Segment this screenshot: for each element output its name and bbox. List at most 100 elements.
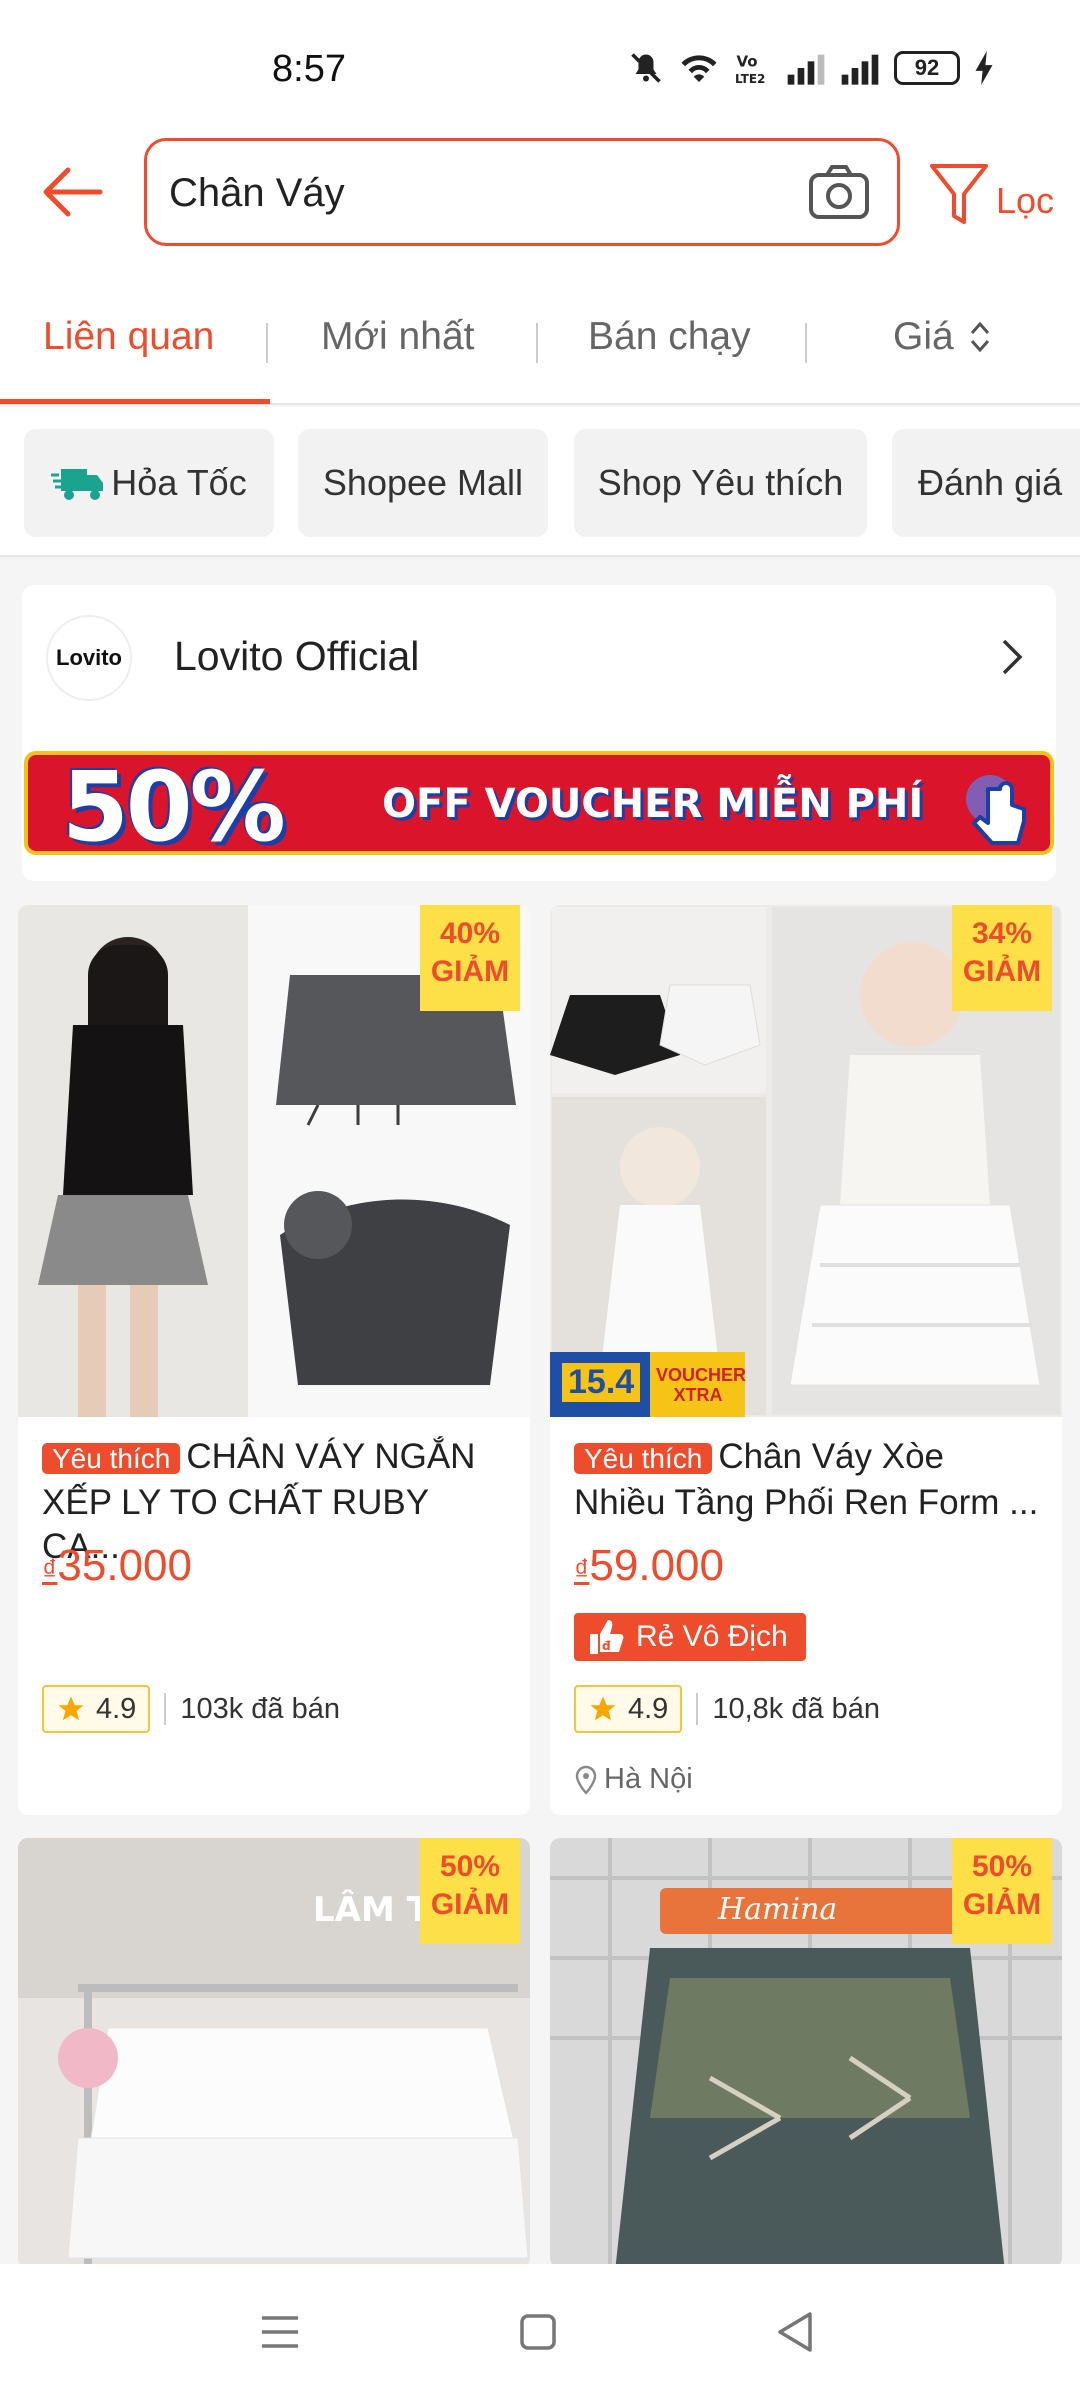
rating-value: 4.9 <box>628 1692 669 1725</box>
discount-word: GIẢM <box>430 955 510 988</box>
location-pin-icon <box>575 1765 597 1795</box>
battery-indicator: 92 <box>894 51 960 85</box>
product-price: ₫59.000 <box>574 1541 724 1591</box>
chip-favorite-shop[interactable]: Shop Yêu thích <box>574 429 867 537</box>
chip-label: Shop Yêu thích <box>597 462 844 503</box>
discount-badge: 50% GIẢM <box>420 1838 520 1944</box>
product-card[interactable]: Hamina 50% GIẢM <box>550 1838 1062 2268</box>
image-overlay-text: Hamina <box>718 1892 838 1927</box>
arrow-left-icon <box>43 167 103 217</box>
filter-button[interactable]: Lọc <box>928 154 1078 234</box>
back-button[interactable] <box>36 155 110 229</box>
chip-label: Đánh giá <box>918 462 1063 503</box>
image-overlay-text: LÂM T <box>313 1890 430 1930</box>
voucher-percent: 50% <box>62 751 286 855</box>
voucher-date: 15.4 <box>562 1363 641 1402</box>
tab-newest[interactable]: Mới nhất <box>321 315 474 359</box>
voucher-banner[interactable]: 50% OFF VOUCHER MIỄN PHÍ <box>24 751 1054 855</box>
menu-icon[interactable] <box>256 2308 304 2356</box>
tab-divider <box>536 323 538 363</box>
favorite-tag: Yêu thích <box>574 1443 713 1474</box>
star-icon <box>58 1696 84 1721</box>
svg-text:LTE2: LTE2 <box>735 72 765 86</box>
rating-row: 4.9 10,8k đã bán <box>574 1685 880 1733</box>
chip-label: Shopee Mall <box>322 462 524 503</box>
voucher-label: VOUCHER XTRA <box>656 1365 747 1405</box>
tab-price-label: Giá <box>893 315 954 358</box>
camera-icon[interactable] <box>807 163 871 223</box>
chip-shopee-mall[interactable]: Shopee Mall <box>298 429 548 537</box>
volte-icon: VoLTE2 <box>735 53 765 87</box>
product-title: Yêu thích Chân Váy Xòe Nhiều Tầng Phối Re… <box>574 1435 1044 1525</box>
shop-name: Lovito Official <box>174 633 420 679</box>
search-query: Chân Váy <box>169 171 345 215</box>
shop-logo: Lovito <box>46 615 132 701</box>
shop-banner[interactable]: Lovito Lovito Official 50% OFF VOUCHER M… <box>22 585 1056 881</box>
signal-icon-2 <box>841 54 879 85</box>
tab-price[interactable]: Giá <box>893 315 992 359</box>
mute-icon <box>631 53 661 83</box>
discount-word: GIẢM <box>430 1888 510 1921</box>
rating-row: 4.9 103k đã bán <box>42 1685 340 1733</box>
divider <box>164 1693 167 1725</box>
divider <box>696 1693 699 1725</box>
filter-chips: Hỏa Tốc Shopee Mall Shop Yêu thích Đánh … <box>0 407 1080 557</box>
currency-symbol: ₫ <box>574 1554 590 1587</box>
location-text: Hà Nội <box>604 1763 693 1795</box>
home-icon[interactable] <box>514 2308 562 2356</box>
discount-badge: 34% GIẢM <box>952 905 1052 1011</box>
search-header: Chân Váy Lọc <box>0 130 1080 275</box>
signal-icon <box>787 54 825 85</box>
status-time: 8:57 <box>272 48 346 90</box>
price-value: 35.000 <box>57 1541 192 1590</box>
product-image[interactable]: 15.4 VOUCHER XTRA 34% GIẢM <box>550 905 1062 1417</box>
tab-relevant[interactable]: Liên quan <box>43 315 214 359</box>
tab-divider <box>805 323 807 363</box>
product-card[interactable]: LÂM T 50% GIẢM <box>18 1838 530 2268</box>
discount-percent: 50% <box>439 1850 501 1883</box>
price-value: 59.000 <box>589 1541 724 1590</box>
status-icons: Vo LTE2 92 <box>628 50 994 86</box>
product-card[interactable]: 15.4 VOUCHER XTRA 34% GIẢM Yêu thích Chân… <box>550 905 1062 1815</box>
active-tab-indicator <box>0 399 270 404</box>
back-nav-icon[interactable] <box>772 2308 820 2356</box>
search-input[interactable]: Chân Váy <box>144 138 900 246</box>
currency-symbol: ₫ <box>42 1554 58 1587</box>
product-image[interactable]: LÂM T 50% GIẢM <box>18 1838 530 2268</box>
filter-label: Lọc <box>996 180 1055 221</box>
discount-percent: 50% <box>971 1850 1033 1883</box>
discount-badge: 40% GIẢM <box>420 905 520 1011</box>
wifi-icon <box>681 55 717 82</box>
svg-text:đ: đ <box>602 1639 611 1653</box>
status-bar: 8:57 Vo LTE2 92 <box>0 0 1080 130</box>
tab-best-selling[interactable]: Bán chạy <box>588 315 751 359</box>
product-image[interactable]: Hamina 50% GIẢM <box>550 1838 1062 2268</box>
svg-text:Vo: Vo <box>737 53 758 71</box>
pointing-hand-icon <box>966 775 1026 845</box>
sort-tabs: Liên quan Mới nhất Bán chạy Giá <box>0 275 1080 405</box>
sold-count: 10,8k đã bán <box>712 1692 881 1725</box>
chevron-right-icon[interactable] <box>994 635 1030 679</box>
delivery-truck-icon <box>51 469 104 500</box>
thumbs-up-icon: đ <box>590 1620 624 1654</box>
product-card[interactable]: 40% GIẢM Yêu thích CHÂN VÁY NGẮN XẾP LY T… <box>18 905 530 1815</box>
location: Hà Nội <box>574 1763 693 1796</box>
chip-rating[interactable]: Đánh giá <box>892 429 1080 537</box>
favorite-tag: Yêu thích <box>42 1443 181 1474</box>
sold-count: 103k đã bán <box>180 1692 340 1725</box>
discount-percent: 34% <box>971 917 1033 950</box>
discount-percent: 40% <box>439 917 501 950</box>
promo-label: Rẻ Vô Địch <box>636 1620 788 1653</box>
discount-badge: 50% GIẢM <box>952 1838 1052 1944</box>
tab-divider <box>266 323 268 363</box>
funnel-icon <box>930 164 988 224</box>
discount-word: GIẢM <box>962 1888 1042 1921</box>
chip-label: Hỏa Tốc <box>111 462 247 503</box>
product-image[interactable]: 40% GIẢM <box>18 905 530 1417</box>
voucher-text: OFF VOUCHER MIỄN PHÍ <box>382 781 924 827</box>
star-icon <box>590 1696 616 1721</box>
rating-box: 4.9 <box>574 1685 683 1733</box>
promo-tag: đ Rẻ Vô Địch <box>574 1613 806 1661</box>
chip-express[interactable]: Hỏa Tốc <box>24 429 274 537</box>
rating-box: 4.9 <box>42 1685 151 1733</box>
